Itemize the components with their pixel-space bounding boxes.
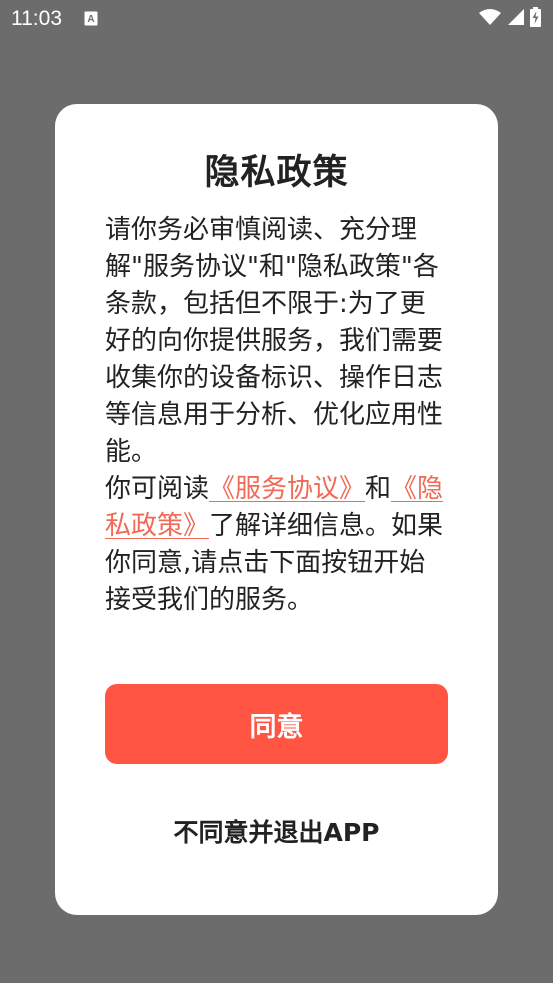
status-icons [479,7,541,31]
status-time: 11:03 [11,7,62,30]
agree-button[interactable]: 同意 [105,684,448,764]
svg-text:A: A [87,14,94,25]
body-intro-text: 请你务必审慎阅读、充分理解"服务协议"和"隐私政策"各条款，包括但不限于:为了更… [105,215,444,467]
battery-charging-icon [530,7,541,31]
service-agreement-link[interactable]: 《服务协议》 [209,474,365,504]
dialog-title: 隐私政策 [204,153,349,193]
and-text: 和 [365,474,392,504]
dialog-body: 请你务必审慎阅读、充分理解"服务协议"和"隐私政策"各条款，包括但不限于:为了更… [105,212,450,619]
privacy-policy-dialog: 隐私政策 请你务必审慎阅读、充分理解"服务协议"和"隐私政策"各条款，包括但不限… [55,104,498,915]
signal-icon [507,8,524,30]
disagree-exit-button[interactable]: 不同意并退出APP [105,809,448,853]
a-notification-icon: A [84,11,98,26]
read-prefix-text: 你可阅读 [105,474,210,504]
status-bar: 11:03 A [0,0,553,38]
wifi-icon [479,8,501,30]
